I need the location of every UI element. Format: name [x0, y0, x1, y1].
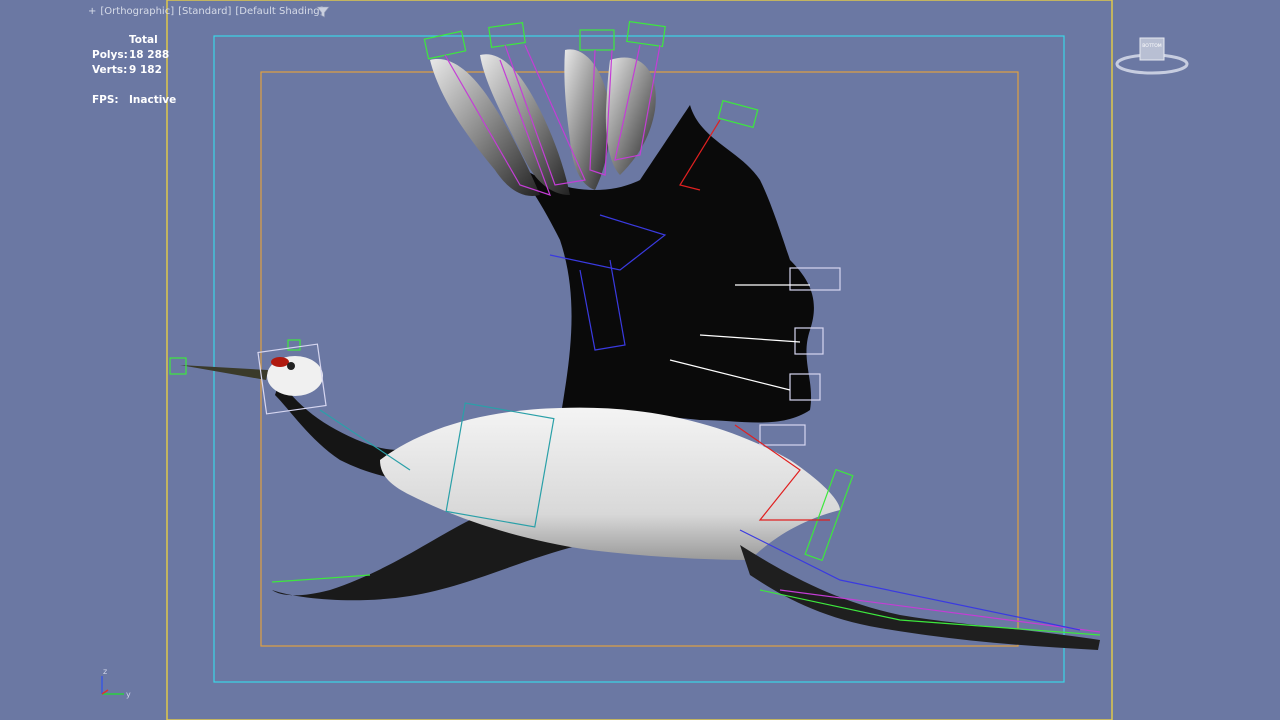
stats-polys-value: 18 288	[129, 49, 170, 61]
stats-polys-label: Polys:	[92, 49, 128, 61]
stats-fps-value: Inactive	[129, 94, 177, 106]
axis-z-label: z	[103, 667, 107, 676]
viewport-label-menu: + [Orthographic] [Standard] [Default Shadin…	[88, 6, 328, 17]
scene-canvas[interactable]	[0, 0, 1280, 720]
stats-fps-label: FPS:	[92, 94, 119, 106]
stats-verts-row: Verts: 9 182	[92, 63, 176, 78]
viewcube-icon[interactable]: BOTTOM	[1112, 30, 1192, 80]
axis-y-label: y	[126, 690, 131, 699]
stats-verts-label: Verts:	[92, 64, 128, 76]
stats-verts-value: 9 182	[129, 64, 162, 76]
stats-total-label: Total	[129, 34, 158, 46]
viewport-shading-menu[interactable]: [Default Shading]	[235, 6, 323, 17]
viewport-general-menu[interactable]: +	[88, 6, 96, 17]
viewport-standard-menu[interactable]: [Standard]	[178, 6, 231, 17]
eye	[287, 362, 295, 370]
viewcube-face-label: BOTTOM	[1142, 43, 1162, 49]
stats-fps-row: FPS: Inactive	[92, 93, 176, 108]
funnel-icon[interactable]	[316, 5, 330, 19]
beak	[180, 365, 268, 380]
axis-tripod-icon: z y	[101, 667, 131, 699]
viewport-statistics: Total Polys: 18 288 Verts: 9 182 FPS: In…	[92, 33, 176, 108]
crown	[271, 357, 289, 367]
perspective-viewport[interactable]: + [Orthographic] [Standard] [Default Shadin…	[0, 0, 1280, 720]
viewport-point-of-view-menu[interactable]: [Orthographic]	[100, 6, 174, 17]
primary-feather-3	[564, 49, 611, 191]
stats-polys-row: Polys: 18 288	[92, 48, 176, 63]
viewcube-cube[interactable]	[1139, 37, 1165, 61]
